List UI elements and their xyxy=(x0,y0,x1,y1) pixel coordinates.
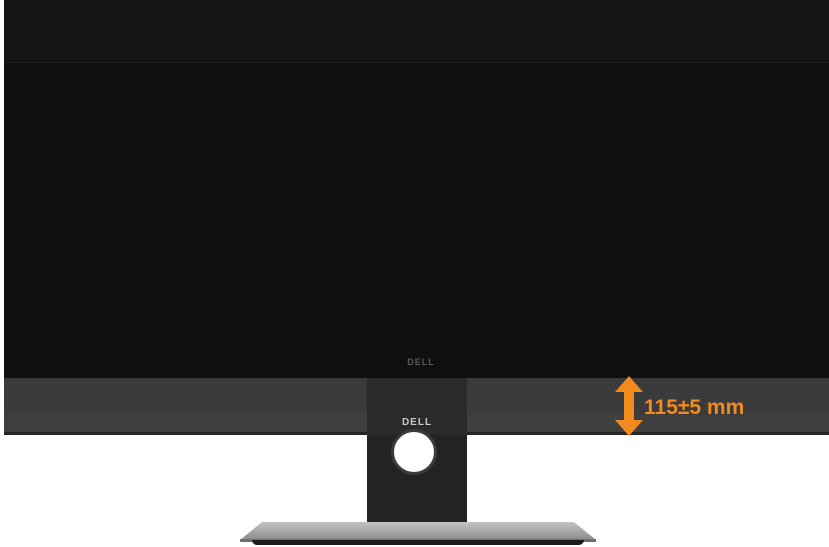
height-adjustment-label: 115±5 mm xyxy=(644,396,745,419)
arrow-shape xyxy=(615,376,643,436)
base-foot xyxy=(252,540,584,545)
cable-management-hole xyxy=(391,429,437,475)
upper-dell-logo: DELL xyxy=(407,357,435,367)
monitor-panel-raised: DELL xyxy=(4,0,829,378)
stand-base xyxy=(240,522,596,542)
panel-top-edge xyxy=(4,0,829,63)
product-illustration: DELL DELL 115±5 mm xyxy=(0,0,829,547)
up-down-arrow-icon xyxy=(615,376,643,436)
base-top-surface xyxy=(240,522,596,540)
stand-dell-logo: DELL xyxy=(401,417,433,428)
